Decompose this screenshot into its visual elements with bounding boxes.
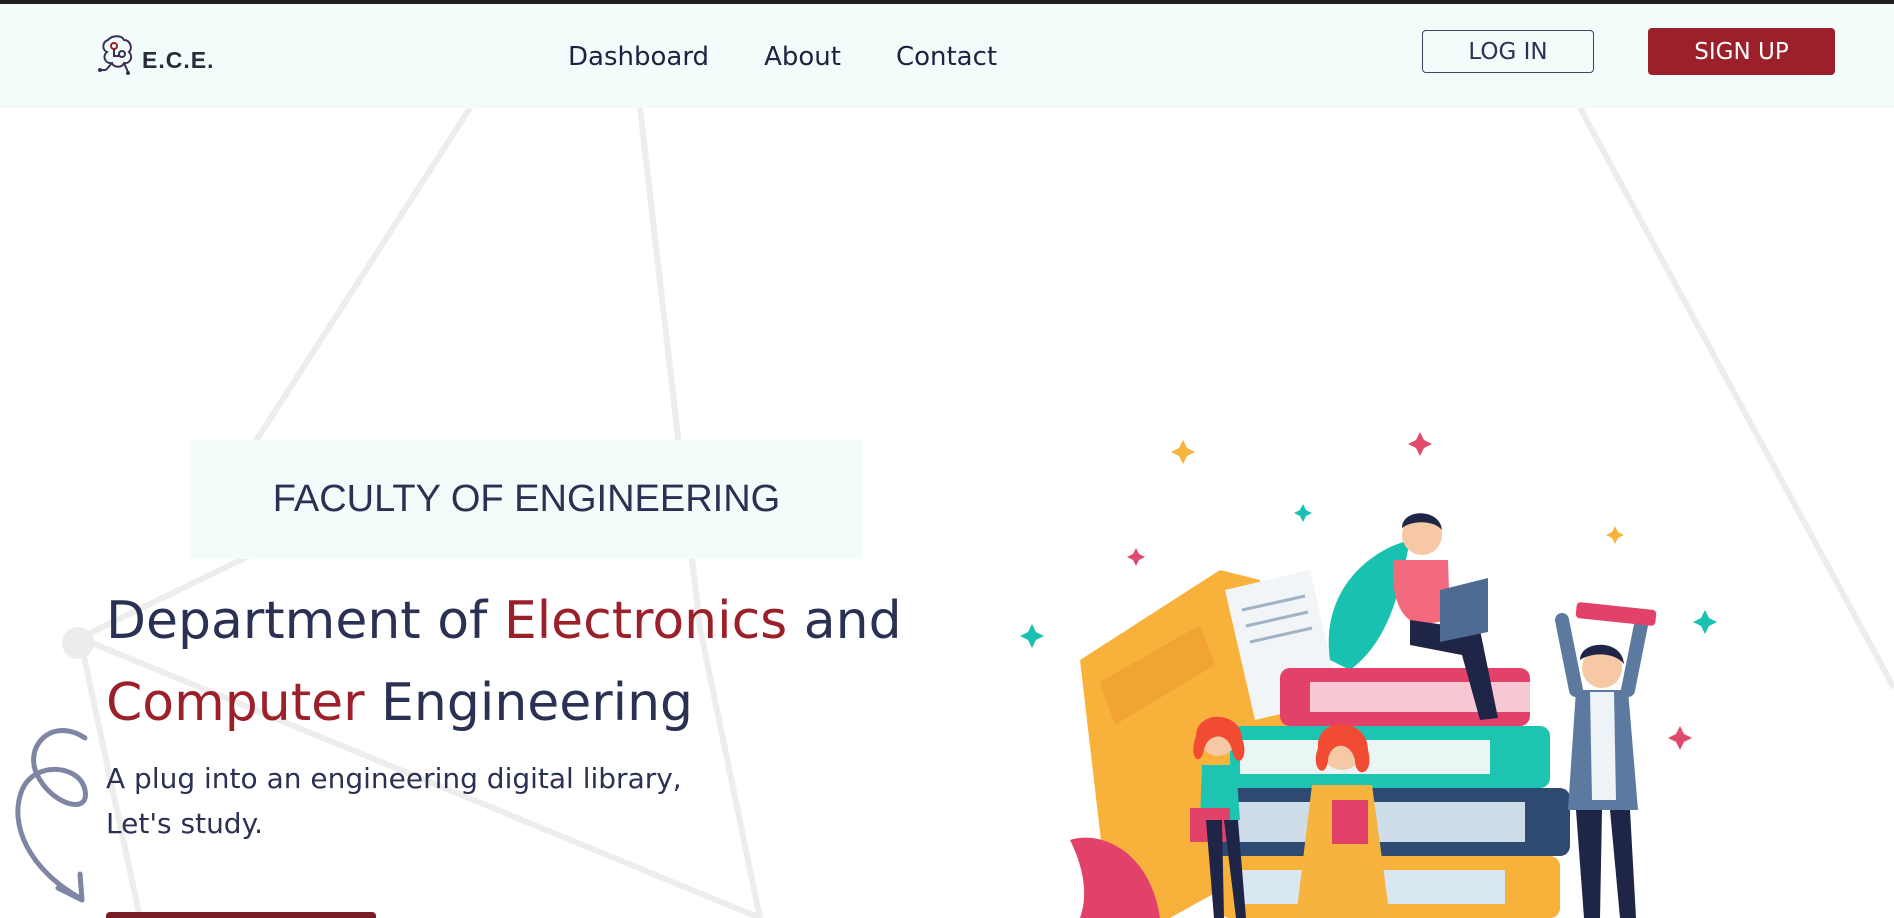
logo-text: E.C.E. [142,46,215,73]
nav-link-about[interactable]: About [764,42,841,72]
heading-accent-computer: Computer [106,673,365,733]
login-button[interactable]: LOG IN [1422,30,1594,73]
subtitle-line: A plug into an engineering digital libra… [106,762,682,795]
heading-accent-electronics: Electronics [503,591,788,651]
main-nav: Dashboard About Contact [568,42,1052,72]
heading-text: Department of [106,591,504,651]
heading-text: Engineering [364,673,694,733]
faculty-banner: FACULTY OF ENGINEERING [190,440,863,559]
subtitle-line: Let's study. [106,807,264,840]
nav-link-contact[interactable]: Contact [896,42,997,72]
navbar: E.C.E. Dashboard About Contact LOG IN SI… [0,4,1894,108]
hero-subtitle: A plug into an engineering digital libra… [106,756,682,846]
heading-text: and [787,591,902,651]
circuit-brain-icon [98,32,138,80]
faculty-title: FACULTY OF ENGINEERING [272,478,781,520]
cta-button-partial[interactable] [106,912,376,918]
nav-link-dashboard[interactable]: Dashboard [568,42,709,72]
signup-button[interactable]: SIGN UP [1648,28,1835,75]
logo[interactable]: E.C.E. [98,32,214,80]
swirl-arrow-icon [15,728,88,903]
students-reading-books-illustration [1020,432,1717,918]
hero-heading: Department of Electronics and Computer E… [106,580,902,744]
